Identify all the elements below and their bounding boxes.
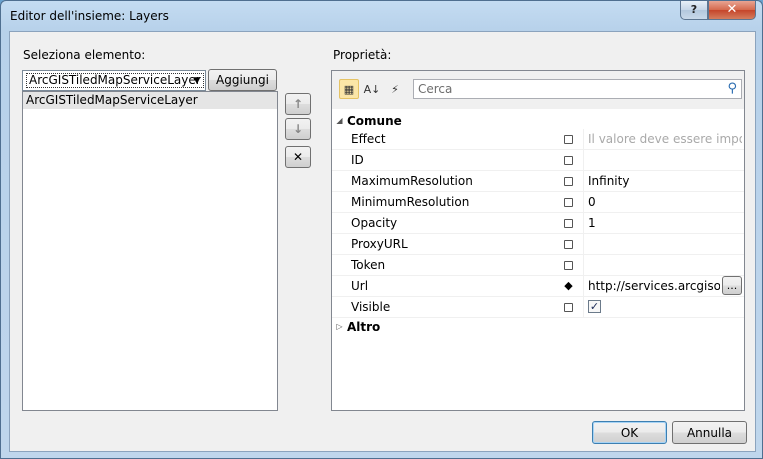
property-marker-icon[interactable]: [564, 240, 573, 249]
url-browse-button[interactable]: ...: [722, 276, 742, 295]
help-button[interactable]: ?: [680, 1, 708, 20]
property-name: Effect: [351, 132, 386, 146]
add-button[interactable]: Aggiungi: [208, 69, 277, 91]
sort-alphabetical-icon[interactable]: A↓: [362, 79, 382, 99]
element-type-combo[interactable]: ArcGISTiledMapServiceLayer ▼: [22, 70, 206, 91]
items-list[interactable]: ArcGISTiledMapServiceLayer: [22, 91, 278, 411]
ok-button[interactable]: OK: [592, 421, 667, 444]
category-label: Comune: [347, 113, 402, 128]
arrow-down-icon: ↓: [292, 122, 304, 136]
dialog-window: Editor dell'insieme: Layers ? ✕ Selezion…: [0, 0, 763, 459]
property-value[interactable]: 1: [588, 213, 742, 234]
events-view-icon[interactable]: ⚡: [385, 79, 405, 99]
select-element-label: Seleziona elemento:: [23, 48, 146, 62]
cancel-button[interactable]: Annulla: [672, 421, 747, 444]
category-common[interactable]: ◢ Comune: [332, 112, 744, 129]
property-row-effect[interactable]: Effect Il valore deve essere impostato: [332, 129, 744, 150]
property-marker-icon[interactable]: [564, 261, 573, 270]
property-value[interactable]: Infinity: [588, 171, 742, 192]
property-name: Token: [351, 258, 386, 272]
expand-triangle-icon[interactable]: ▷: [332, 322, 347, 331]
property-marker-icon[interactable]: [564, 156, 573, 165]
window-title: Editor dell'insieme: Layers: [10, 9, 169, 23]
property-grid-toolbar: ▦ A↓ ⚡ ⚲: [332, 71, 744, 109]
property-row-id[interactable]: ID: [332, 150, 744, 171]
move-up-button[interactable]: ↑: [285, 93, 311, 115]
search-box[interactable]: ⚲: [413, 79, 742, 99]
property-name: Opacity: [351, 216, 398, 230]
property-row-token[interactable]: Token: [332, 255, 744, 276]
remove-button[interactable]: ✕: [285, 146, 311, 168]
property-marker-icon[interactable]: [564, 219, 573, 228]
property-set-marker-icon[interactable]: ◆: [564, 280, 573, 291]
property-marker-icon[interactable]: [564, 135, 573, 144]
list-item[interactable]: ArcGISTiledMapServiceLayer: [23, 92, 277, 109]
property-value[interactable]: http://services.arcgisonline.com: [588, 276, 720, 297]
property-name: MinimumResolution: [351, 195, 470, 209]
property-grid: ▦ A↓ ⚡ ⚲ ◢ Comune Effect Il valore deve: [331, 70, 745, 411]
property-row-minimumresolution[interactable]: MinimumResolution 0: [332, 192, 744, 213]
property-name: Url: [351, 279, 369, 293]
property-marker-icon[interactable]: [564, 177, 573, 186]
property-row-maximumresolution[interactable]: MaximumResolution Infinity: [332, 171, 744, 192]
property-value[interactable]: 0: [588, 192, 742, 213]
property-row-visible[interactable]: Visible ✓: [332, 297, 744, 318]
dialog-client-area: Seleziona elemento: ArcGISTiledMapServic…: [9, 31, 756, 452]
property-marker-icon[interactable]: [564, 198, 573, 207]
category-other[interactable]: ▷ Altro: [332, 318, 744, 335]
property-marker-icon[interactable]: [564, 303, 573, 312]
category-label: Altro: [347, 319, 381, 334]
chevron-down-icon[interactable]: ▼: [189, 71, 205, 90]
property-row-opacity[interactable]: Opacity 1: [332, 213, 744, 234]
property-value[interactable]: Il valore deve essere impostato: [588, 129, 742, 150]
property-name: MaximumResolution: [351, 174, 473, 188]
move-down-button[interactable]: ↓: [285, 118, 311, 140]
categorized-view-icon[interactable]: ▦: [339, 79, 359, 99]
search-input[interactable]: [414, 80, 714, 98]
property-row-url[interactable]: Url ◆ http://services.arcgisonline.com .…: [332, 276, 744, 297]
collapse-triangle-icon[interactable]: ◢: [332, 116, 347, 125]
property-grid-body: ◢ Comune Effect Il valore deve essere im…: [332, 112, 744, 335]
delete-icon: ✕: [292, 150, 304, 164]
arrow-up-icon: ↑: [292, 97, 304, 111]
search-icon: ⚲: [727, 81, 737, 96]
property-name: ProxyURL: [351, 237, 408, 251]
property-name: ID: [351, 153, 364, 167]
property-name: Visible: [351, 300, 391, 314]
visible-checkbox[interactable]: ✓: [588, 300, 601, 313]
close-button[interactable]: ✕: [708, 1, 756, 20]
properties-label: Proprietà:: [333, 48, 392, 62]
property-row-proxyurl[interactable]: ProxyURL: [332, 234, 744, 255]
combo-value: ArcGISTiledMapServiceLayer: [26, 73, 204, 88]
